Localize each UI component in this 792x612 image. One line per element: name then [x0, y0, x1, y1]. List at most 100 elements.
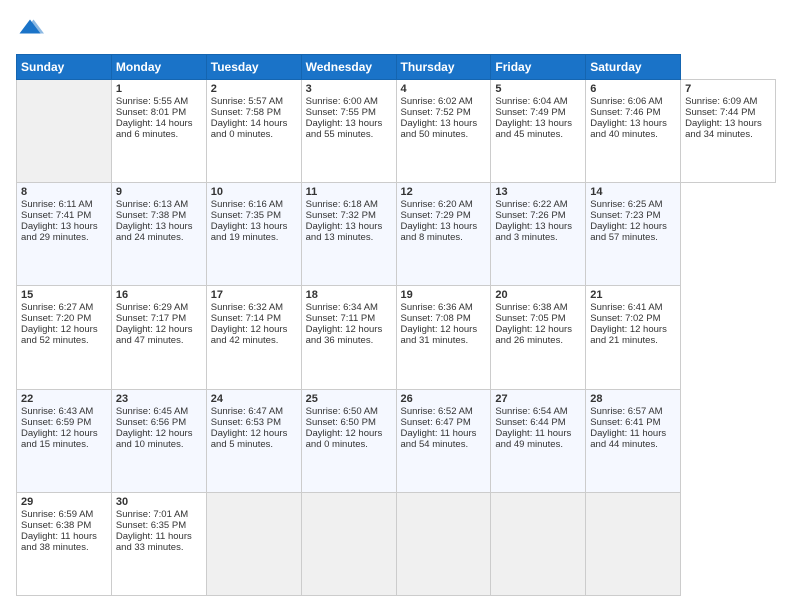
day-number: 23: [116, 393, 202, 405]
table-row: 20Sunrise: 6:38 AMSunset: 7:05 PMDayligh…: [491, 286, 586, 389]
sunset-label: Sunset: 7:32 PM: [306, 210, 376, 221]
day-number: 7: [685, 83, 771, 95]
day-number: 10: [211, 186, 297, 198]
day-number: 18: [306, 289, 392, 301]
daylight-label: Daylight: 12 hours and 57 minutes.: [590, 221, 667, 243]
sunrise-label: Sunrise: 6:36 AM: [401, 302, 473, 313]
daylight-label: Daylight: 11 hours and 33 minutes.: [116, 531, 192, 553]
column-header-monday: Monday: [111, 55, 206, 80]
sunrise-label: Sunrise: 6:41 AM: [590, 302, 662, 313]
daylight-label: Daylight: 13 hours and 24 minutes.: [116, 221, 193, 243]
sunrise-label: Sunrise: 6:43 AM: [21, 406, 93, 417]
sunrise-label: Sunrise: 6:54 AM: [495, 406, 567, 417]
daylight-label: Daylight: 13 hours and 55 minutes.: [306, 118, 383, 140]
daylight-label: Daylight: 11 hours and 54 minutes.: [401, 428, 477, 450]
sunrise-label: Sunrise: 6:18 AM: [306, 199, 378, 210]
sunset-label: Sunset: 7:20 PM: [21, 313, 91, 324]
sunrise-label: Sunrise: 6:09 AM: [685, 96, 757, 107]
sunset-label: Sunset: 7:26 PM: [495, 210, 565, 221]
sunrise-label: Sunrise: 6:11 AM: [21, 199, 93, 210]
column-header-tuesday: Tuesday: [206, 55, 301, 80]
sunset-label: Sunset: 6:44 PM: [495, 417, 565, 428]
empty-cell: [17, 80, 112, 183]
day-number: 9: [116, 186, 202, 198]
sunrise-label: Sunrise: 6:50 AM: [306, 406, 378, 417]
table-row: 11Sunrise: 6:18 AMSunset: 7:32 PMDayligh…: [301, 183, 396, 286]
day-number: 8: [21, 186, 107, 198]
sunrise-label: Sunrise: 6:06 AM: [590, 96, 662, 107]
day-number: 20: [495, 289, 581, 301]
sunset-label: Sunset: 6:38 PM: [21, 520, 91, 531]
day-number: 12: [401, 186, 487, 198]
table-row: 14Sunrise: 6:25 AMSunset: 7:23 PMDayligh…: [586, 183, 681, 286]
table-row: [586, 492, 681, 595]
table-row: 26Sunrise: 6:52 AMSunset: 6:47 PMDayligh…: [396, 389, 491, 492]
table-row: 18Sunrise: 6:34 AMSunset: 7:11 PMDayligh…: [301, 286, 396, 389]
day-number: 2: [211, 83, 297, 95]
day-number: 1: [116, 83, 202, 95]
table-row: 4Sunrise: 6:02 AMSunset: 7:52 PMDaylight…: [396, 80, 491, 183]
sunset-label: Sunset: 7:17 PM: [116, 313, 186, 324]
table-row: 17Sunrise: 6:32 AMSunset: 7:14 PMDayligh…: [206, 286, 301, 389]
sunrise-label: Sunrise: 6:38 AM: [495, 302, 567, 313]
daylight-label: Daylight: 13 hours and 8 minutes.: [401, 221, 478, 243]
sunrise-label: Sunrise: 6:29 AM: [116, 302, 188, 313]
day-number: 30: [116, 496, 202, 508]
sunset-label: Sunset: 7:11 PM: [306, 313, 376, 324]
week-row-5: 29Sunrise: 6:59 AMSunset: 6:38 PMDayligh…: [17, 492, 776, 595]
table-row: 5Sunrise: 6:04 AMSunset: 7:49 PMDaylight…: [491, 80, 586, 183]
daylight-label: Daylight: 13 hours and 40 minutes.: [590, 118, 667, 140]
sunset-label: Sunset: 6:41 PM: [590, 417, 660, 428]
table-row: 1Sunrise: 5:55 AMSunset: 8:01 PMDaylight…: [111, 80, 206, 183]
sunset-label: Sunset: 6:53 PM: [211, 417, 281, 428]
sunrise-label: Sunrise: 6:16 AM: [211, 199, 283, 210]
table-row: 30Sunrise: 7:01 AMSunset: 6:35 PMDayligh…: [111, 492, 206, 595]
column-header-thursday: Thursday: [396, 55, 491, 80]
day-number: 22: [21, 393, 107, 405]
sunset-label: Sunset: 6:56 PM: [116, 417, 186, 428]
day-number: 27: [495, 393, 581, 405]
daylight-label: Daylight: 12 hours and 0 minutes.: [306, 428, 383, 450]
column-header-sunday: Sunday: [17, 55, 112, 80]
table-row: 8Sunrise: 6:11 AMSunset: 7:41 PMDaylight…: [17, 183, 112, 286]
week-row-2: 8Sunrise: 6:11 AMSunset: 7:41 PM Daylight…: [17, 183, 776, 286]
day-number: 15: [21, 289, 107, 301]
day-number: 3: [306, 83, 392, 95]
daylight-label: Daylight: 11 hours and 38 minutes.: [21, 531, 97, 553]
day-number: 28: [590, 393, 676, 405]
daylight-label: Daylight: 12 hours and 31 minutes.: [401, 324, 478, 346]
sunset-label: Sunset: 7:52 PM: [401, 107, 471, 118]
table-row: [301, 492, 396, 595]
sunrise-label: Sunrise: 6:34 AM: [306, 302, 378, 313]
daylight-label: Daylight: 14 hours and 0 minutes.: [211, 118, 288, 140]
daylight-label: Daylight: 12 hours and 42 minutes.: [211, 324, 288, 346]
sunset-label: Sunset: 7:38 PM: [116, 210, 186, 221]
column-header-wednesday: Wednesday: [301, 55, 396, 80]
table-row: 27Sunrise: 6:54 AMSunset: 6:44 PMDayligh…: [491, 389, 586, 492]
sunrise-label: Sunrise: 5:55 AM: [116, 96, 188, 107]
sunrise-label: Sunrise: 7:01 AM: [116, 509, 188, 520]
daylight-label: Daylight: 11 hours and 49 minutes.: [495, 428, 571, 450]
daylight-label: Daylight: 13 hours and 13 minutes.: [306, 221, 383, 243]
sunset-label: Sunset: 7:41 PM: [21, 210, 91, 221]
daylight-label: Daylight: 12 hours and 36 minutes.: [306, 324, 383, 346]
day-number: 24: [211, 393, 297, 405]
sunrise-label: Sunrise: 6:02 AM: [401, 96, 473, 107]
calendar: SundayMondayTuesdayWednesdayThursdayFrid…: [16, 54, 776, 596]
sunset-label: Sunset: 7:35 PM: [211, 210, 281, 221]
table-row: [491, 492, 586, 595]
sunset-label: Sunset: 6:35 PM: [116, 520, 186, 531]
table-row: 3Sunrise: 6:00 AMSunset: 7:55 PMDaylight…: [301, 80, 396, 183]
table-row: 28Sunrise: 6:57 AMSunset: 6:41 PMDayligh…: [586, 389, 681, 492]
sunrise-label: Sunrise: 5:57 AM: [211, 96, 283, 107]
daylight-label: Daylight: 12 hours and 47 minutes.: [116, 324, 193, 346]
sunrise-label: Sunrise: 6:45 AM: [116, 406, 188, 417]
daylight-label: Daylight: 12 hours and 5 minutes.: [211, 428, 288, 450]
sunset-label: Sunset: 7:46 PM: [590, 107, 660, 118]
daylight-label: Daylight: 12 hours and 10 minutes.: [116, 428, 193, 450]
sunset-label: Sunset: 7:29 PM: [401, 210, 471, 221]
day-number: 25: [306, 393, 392, 405]
week-row-4: 22Sunrise: 6:43 AMSunset: 6:59 PMDayligh…: [17, 389, 776, 492]
daylight-label: Daylight: 13 hours and 50 minutes.: [401, 118, 478, 140]
sunrise-label: Sunrise: 6:59 AM: [21, 509, 93, 520]
